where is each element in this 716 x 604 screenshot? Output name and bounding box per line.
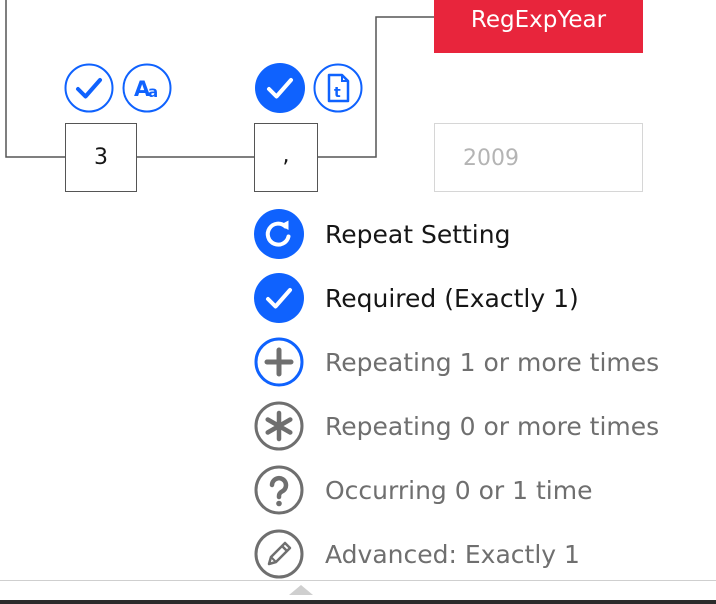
text-case-icon[interactable]: A a bbox=[122, 63, 172, 113]
pencil-icon bbox=[254, 529, 304, 579]
menu-item-label: Repeat Setting bbox=[325, 219, 511, 249]
sample-value-field: 2009 bbox=[434, 123, 643, 192]
menu-item-repeat-setting: Repeat Setting bbox=[254, 209, 714, 259]
question-icon bbox=[254, 465, 304, 515]
text-file-icon[interactable]: t bbox=[313, 63, 363, 113]
token-node-separator[interactable]: , bbox=[254, 123, 318, 192]
menu-item-label: Advanced: Exactly 1 bbox=[325, 539, 580, 569]
caret-up-icon[interactable] bbox=[289, 585, 313, 595]
menu-item-label: Required (Exactly 1) bbox=[325, 283, 579, 313]
asterisk-icon bbox=[254, 401, 304, 451]
menu-item-repeating-0-or-more[interactable]: Repeating 0 or more times bbox=[254, 401, 714, 451]
svg-text:a: a bbox=[148, 83, 158, 101]
menu-item-label: Repeating 0 or more times bbox=[325, 411, 660, 441]
check-icon[interactable] bbox=[255, 63, 305, 113]
plus-icon bbox=[254, 337, 304, 387]
token-node-digits[interactable]: 3 bbox=[65, 123, 137, 192]
bottom-divider bbox=[0, 580, 716, 581]
bottom-bar bbox=[0, 600, 716, 604]
menu-item-label: Occurring 0 or 1 time bbox=[325, 475, 593, 505]
menu-item-label: Repeating 1 or more times bbox=[325, 347, 660, 377]
token-node-separator-label: , bbox=[282, 143, 290, 168]
menu-item-occurring-0-or-1[interactable]: Occurring 0 or 1 time bbox=[254, 465, 714, 515]
menu-item-repeating-1-or-more[interactable]: Repeating 1 or more times bbox=[254, 337, 714, 387]
token-node-digits-label: 3 bbox=[94, 145, 108, 170]
repeat-icon bbox=[254, 209, 304, 259]
menu-item-advanced[interactable]: Advanced: Exactly 1 bbox=[254, 529, 714, 579]
output-tag-regexpyear[interactable]: RegExpYear bbox=[434, 0, 643, 53]
check-icon bbox=[254, 273, 304, 323]
svg-text:t: t bbox=[334, 85, 341, 101]
menu-item-required[interactable]: Required (Exactly 1) bbox=[254, 273, 714, 323]
check-icon[interactable] bbox=[64, 63, 114, 113]
